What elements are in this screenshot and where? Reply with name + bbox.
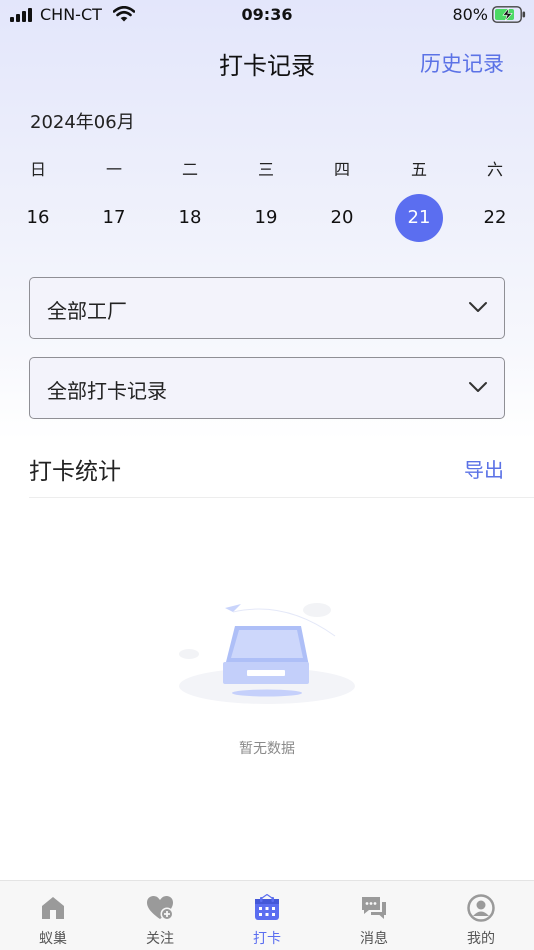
record-select[interactable]: 全部打卡记录 [29, 357, 505, 419]
weekday-label: 日 [29, 160, 46, 179]
tab-checkin[interactable]: 打卡 [214, 881, 320, 950]
calendar-dates: 16 17 18 19 20 21 22 [0, 194, 534, 244]
divider [29, 497, 534, 498]
calendar-date[interactable]: 22 [471, 194, 519, 242]
calendar-date[interactable]: 19 [242, 194, 290, 242]
tab-follow[interactable]: 关注 [107, 881, 213, 950]
calendar-date[interactable]: 18 [166, 194, 214, 242]
calendar-date[interactable]: 17 [90, 194, 138, 242]
calendar-month: 2024年06月 [30, 112, 135, 133]
stats-title: 打卡统计 [29, 459, 121, 485]
tab-label: 蚁巢 [39, 931, 67, 947]
calendar-icon [255, 894, 279, 920]
calendar-weekdays: 日 一 二 三 四 五 六 [0, 156, 534, 180]
weekday-label: 五 [410, 160, 427, 179]
tab-messages[interactable]: 消息 [321, 881, 427, 950]
tab-label: 消息 [360, 931, 388, 947]
chevron-down-icon [469, 302, 487, 312]
tab-profile[interactable]: 我的 [428, 881, 534, 950]
calendar-date-selected[interactable]: 21 [395, 194, 443, 242]
weekday-label: 六 [486, 160, 503, 179]
tab-home[interactable]: 蚁巢 [0, 881, 106, 950]
weekday-label: 四 [333, 160, 350, 179]
chevron-down-icon [469, 382, 487, 392]
tab-label: 我的 [467, 931, 495, 947]
tab-bar: 蚁巢 关注 打卡 消息 我的 [0, 880, 534, 950]
factory-select-value: 全部工厂 [47, 299, 127, 323]
battery-percent: 80% [452, 5, 488, 24]
export-button[interactable]: 导出 [464, 454, 504, 483]
user-icon [467, 894, 495, 922]
empty-state-text: 暂无数据 [239, 741, 295, 757]
nav-bar: 打卡记录 历史记录 [0, 40, 534, 84]
tab-label: 打卡 [253, 931, 281, 947]
heart-plus-icon [147, 896, 174, 921]
weekday-label: 二 [181, 160, 198, 179]
calendar-date[interactable]: 16 [14, 194, 62, 242]
weekday-label: 一 [105, 160, 122, 179]
weekday-label: 三 [257, 160, 274, 179]
empty-box-icon [179, 603, 355, 704]
calendar-date[interactable]: 20 [318, 194, 366, 242]
history-link[interactable]: 历史记录 [420, 48, 504, 78]
chat-icon [362, 897, 386, 919]
home-icon [42, 897, 64, 919]
battery-charging-icon [492, 6, 526, 23]
factory-select[interactable]: 全部工厂 [29, 277, 505, 339]
tab-label: 关注 [146, 931, 174, 947]
status-bar: CHN-CT 09:36 80% [0, 0, 534, 30]
record-select-value: 全部打卡记录 [47, 379, 167, 403]
